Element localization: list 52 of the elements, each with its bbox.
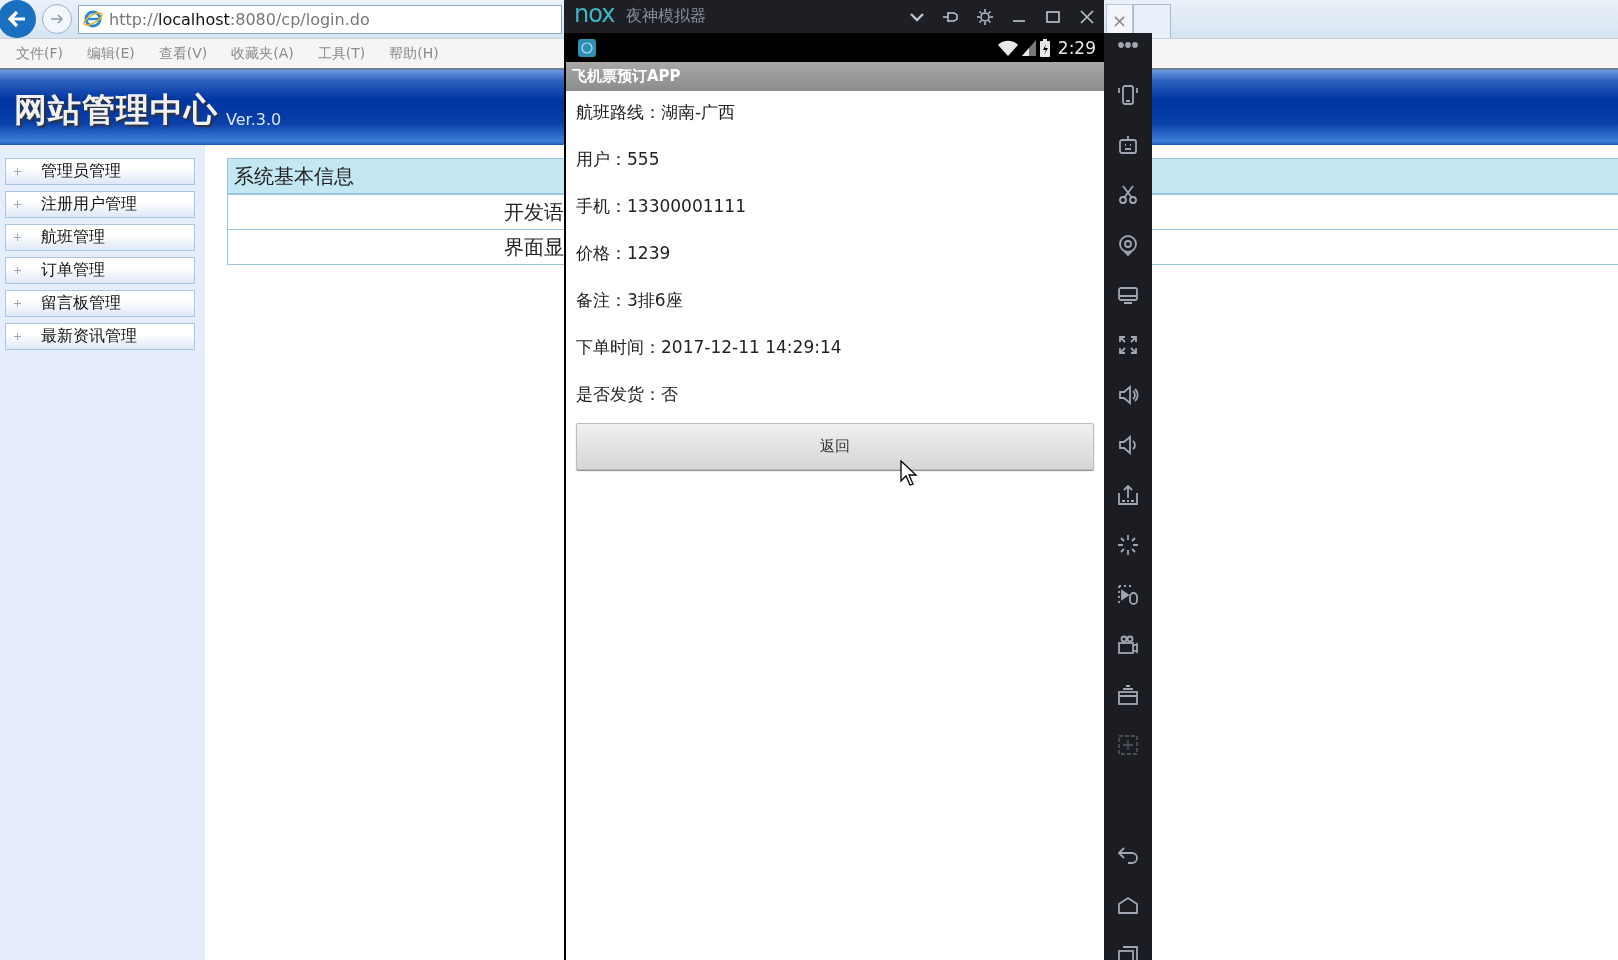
- table-cell-text: 开发语: [503, 198, 564, 226]
- arrow-left-icon: [6, 8, 28, 30]
- volume-up-icon[interactable]: [1116, 383, 1140, 407]
- wifi-icon: [997, 39, 1018, 56]
- site-title: 网站管理中心: [14, 89, 218, 131]
- battery-icon: [1039, 38, 1050, 57]
- plus-icon: [14, 267, 21, 274]
- url-text: http://localhost:8080/cp/login.do: [109, 9, 370, 29]
- app-icon: [578, 38, 596, 57]
- emulator-logo: nox: [574, 1, 615, 26]
- status-time: 2:29: [1057, 37, 1096, 58]
- sidebar-item[interactable]: 留言板管理: [5, 290, 195, 317]
- cursor-icon: [900, 460, 918, 486]
- detail-text: 备注：3排6座: [576, 290, 683, 310]
- plus-icon: [14, 201, 21, 208]
- sidebar-item[interactable]: 最新资讯管理: [5, 323, 195, 350]
- sidebar-item[interactable]: 管理员管理: [5, 158, 195, 185]
- plus-icon: [14, 234, 21, 241]
- browser-icon: [83, 9, 103, 29]
- sidebar-item[interactable]: 航班管理: [5, 224, 195, 251]
- browser-tab[interactable]: [1133, 4, 1171, 38]
- phone-icon[interactable]: [1116, 83, 1140, 107]
- sidebar-item[interactable]: 订单管理: [5, 257, 195, 284]
- video-camera-icon[interactable]: [1116, 633, 1140, 657]
- fullscreen-icon[interactable]: [1116, 333, 1140, 357]
- plus-icon: [14, 300, 21, 307]
- recent-icon[interactable]: [1116, 943, 1140, 960]
- version-label: Ver.3.0: [226, 110, 282, 129]
- detail-text: 航班路线：湖南-广西: [576, 102, 736, 122]
- return-button[interactable]: 返回: [576, 423, 1094, 470]
- location-icon[interactable]: [1116, 233, 1140, 257]
- settings-icon[interactable]: [976, 7, 994, 26]
- robot-icon[interactable]: [1116, 133, 1140, 157]
- mouse-icon[interactable]: [1116, 583, 1140, 607]
- emulator-title: 夜神模拟器: [626, 6, 707, 27]
- window-icon[interactable]: [1116, 683, 1140, 707]
- signal-icon: [1021, 39, 1036, 56]
- loading-icon[interactable]: [1116, 533, 1140, 557]
- scissors-icon[interactable]: [1116, 183, 1140, 207]
- upload-icon[interactable]: [1116, 483, 1140, 507]
- close-icon[interactable]: [1078, 7, 1096, 26]
- sidebar-item[interactable]: 注册用户管理: [5, 191, 195, 218]
- table-cell-text: 界面显: [503, 233, 564, 261]
- back-button[interactable]: [0, 0, 36, 38]
- detail-text: 是否发货：否: [576, 384, 678, 404]
- app-title: 飞机票预订APP: [566, 62, 1104, 91]
- detail-text: 价格：1239: [576, 243, 671, 263]
- address-field[interactable]: http://localhost:8080/cp/login.do: [78, 4, 562, 34]
- plus-icon: [14, 168, 21, 175]
- detail-text: 下单时间：2017-12-11 14:29:14: [576, 337, 842, 357]
- detail-text: 手机：13300001111: [576, 196, 746, 216]
- plus-icon: [14, 333, 21, 340]
